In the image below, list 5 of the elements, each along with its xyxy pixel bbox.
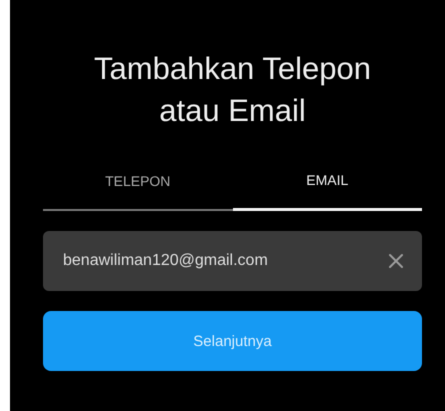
tab[interactable]: TELEPON xyxy=(43,172,232,211)
page-title: Tambahkan Telepon atau Email xyxy=(93,50,372,130)
email-field[interactable]: benawiliman120@gmail.com xyxy=(43,231,422,291)
tab[interactable]: EMAIL xyxy=(232,172,422,211)
clear-icon[interactable] xyxy=(388,253,404,269)
